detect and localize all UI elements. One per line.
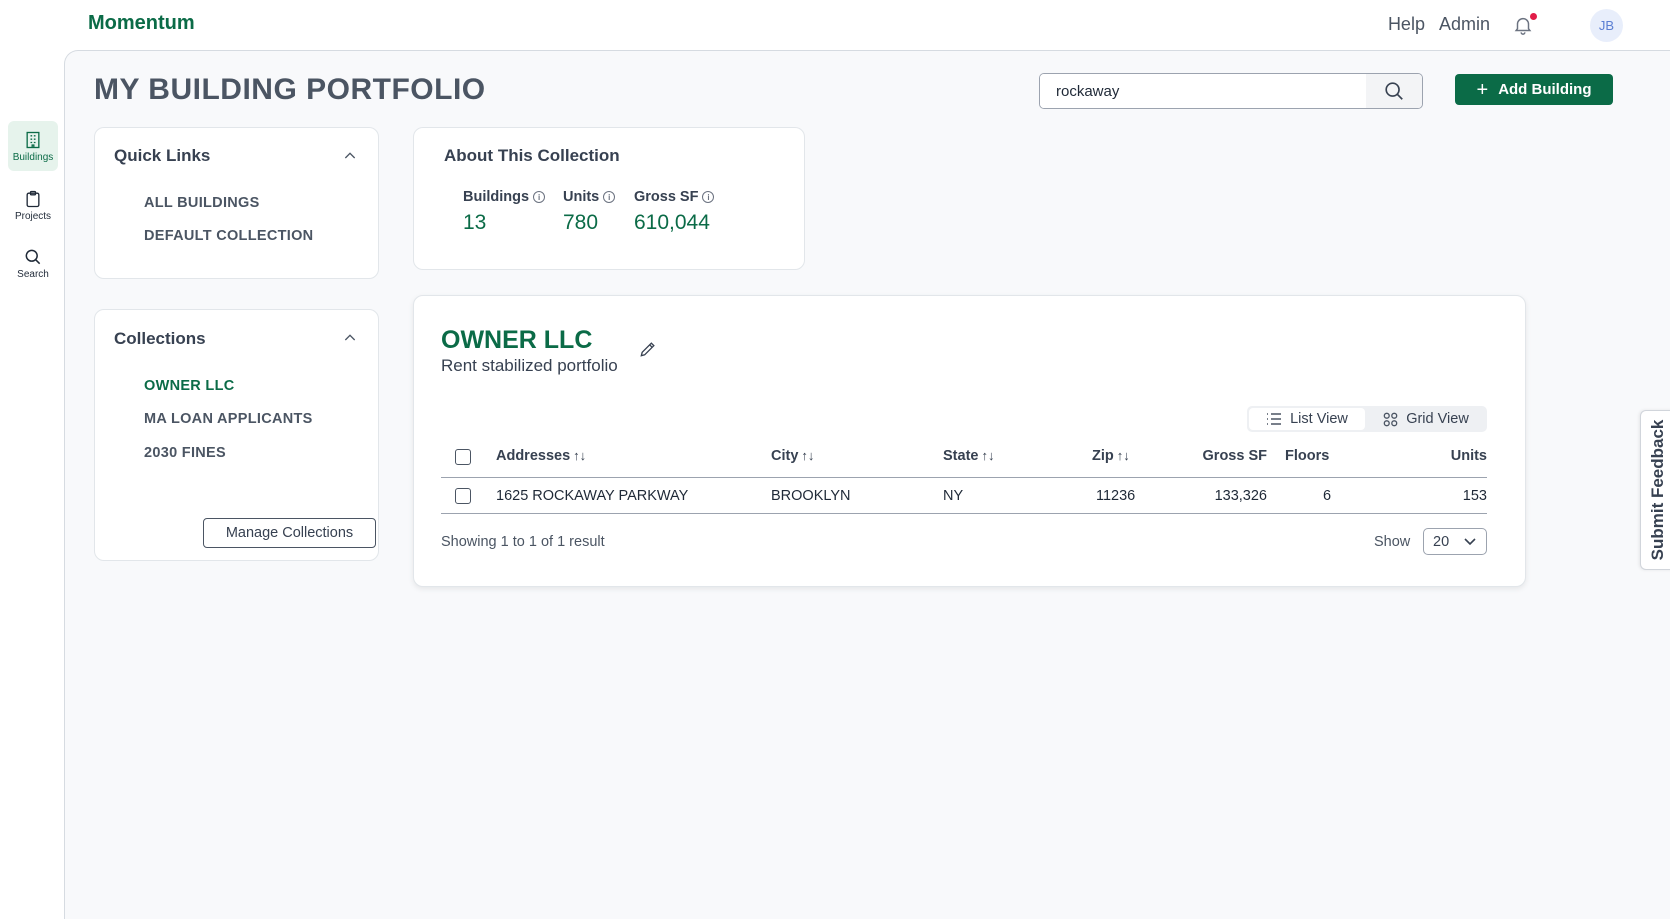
rail-item-buildings[interactable]: Buildings bbox=[8, 121, 58, 171]
stat-units: Units i 780 bbox=[563, 189, 616, 235]
info-icon[interactable]: i bbox=[603, 191, 616, 203]
stat-label: Buildings bbox=[463, 189, 530, 205]
search-icon bbox=[25, 249, 41, 264]
search-button[interactable] bbox=[1366, 74, 1422, 108]
column-addresses[interactable]: Addresses ↑↓ bbox=[496, 448, 586, 464]
stat-value: 13 bbox=[463, 211, 487, 234]
about-collection-title: About This Collection bbox=[444, 146, 620, 165]
column-zip[interactable]: Zip ↑↓ bbox=[1092, 448, 1130, 464]
stat-value: 780 bbox=[563, 211, 599, 234]
stat-buildings: Buildings i 13 bbox=[463, 189, 546, 235]
stat-value: 610,044 bbox=[634, 211, 710, 234]
submit-feedback-tab[interactable]: Submit Feedback bbox=[1640, 410, 1670, 570]
cell-floors: 6 bbox=[1323, 488, 1332, 504]
page-size-select[interactable]: 20 bbox=[1423, 528, 1487, 555]
sort-icon: ↑↓ bbox=[801, 448, 815, 463]
rail-item-label: Buildings bbox=[12, 151, 54, 163]
notification-badge bbox=[1530, 13, 1537, 20]
grid-icon bbox=[1383, 412, 1398, 426]
column-gross-sf: Gross SF bbox=[1202, 448, 1267, 464]
rail-item-search[interactable]: Search bbox=[8, 238, 58, 288]
about-collection-card: About This Collection Buildings i 13 Unit… bbox=[413, 127, 805, 270]
list-icon bbox=[1267, 413, 1282, 425]
main-content: MY BUILDING PORTFOLIO + Add Building Qui… bbox=[64, 50, 1670, 919]
help-link[interactable]: Help bbox=[1388, 14, 1425, 35]
collection-name: OWNER LLC bbox=[441, 326, 593, 354]
row-checkbox[interactable] bbox=[455, 488, 471, 504]
search-input[interactable] bbox=[1040, 74, 1368, 108]
manage-collections-button[interactable]: Manage Collections bbox=[203, 518, 376, 548]
quick-link-all-buildings[interactable]: ALL BUILDINGS bbox=[144, 195, 260, 211]
collections-card: Collections OWNER LLC MA LOAN APPLICANTS… bbox=[94, 309, 379, 561]
collection-description: Rent stabilized portfolio bbox=[441, 356, 618, 375]
info-icon[interactable]: i bbox=[533, 191, 546, 203]
add-building-label: Add Building bbox=[1498, 81, 1592, 98]
cell-units: 153 bbox=[1462, 488, 1487, 504]
page-title: MY BUILDING PORTFOLIO bbox=[94, 73, 486, 106]
sort-icon: ↑↓ bbox=[573, 448, 587, 463]
submit-feedback-label: Submit Feedback bbox=[1647, 419, 1667, 561]
plus-icon: + bbox=[1476, 78, 1489, 101]
stat-gross-sf: Gross SF i 610,044 bbox=[634, 189, 715, 235]
grid-view-label: Grid View bbox=[1406, 411, 1469, 427]
page-size-label: Show bbox=[1374, 534, 1411, 550]
clipboard-icon bbox=[26, 190, 40, 207]
stat-label: Units bbox=[563, 189, 600, 205]
cell-state: NY bbox=[943, 488, 964, 504]
collections-title: Collections bbox=[114, 329, 206, 348]
view-toggle: List View Grid View bbox=[1247, 406, 1487, 432]
column-state[interactable]: State ↑↓ bbox=[943, 448, 994, 464]
collection-item-ma-loan-applicants[interactable]: MA LOAN APPLICANTS bbox=[144, 411, 313, 427]
column-units: Units bbox=[1450, 448, 1487, 464]
brand-logo[interactable]: Momentum bbox=[88, 12, 195, 35]
avatar[interactable]: JB bbox=[1590, 9, 1623, 42]
table-row[interactable]: 1625 ROCKAWAY PARKWAY BROOKLYN NY 11236 … bbox=[441, 479, 1487, 514]
info-icon[interactable]: i bbox=[702, 191, 715, 203]
rail-item-label: Search bbox=[17, 268, 49, 280]
table-header: Addresses ↑↓ City ↑↓ State ↑↓ Zip ↑↓ Gross S… bbox=[441, 436, 1487, 478]
list-view-button[interactable]: List View bbox=[1249, 408, 1365, 430]
sort-icon: ↑↓ bbox=[1116, 448, 1130, 463]
building-icon bbox=[26, 131, 40, 148]
page-size-value: 20 bbox=[1433, 533, 1450, 550]
quick-link-default-collection[interactable]: DEFAULT COLLECTION bbox=[144, 228, 313, 244]
collection-item-owner-llc[interactable]: OWNER LLC bbox=[144, 378, 235, 394]
grid-view-button[interactable]: Grid View bbox=[1367, 408, 1485, 430]
search-box bbox=[1039, 73, 1423, 109]
sort-icon: ↑↓ bbox=[981, 448, 995, 463]
column-city[interactable]: City ↑↓ bbox=[771, 448, 814, 464]
quick-links-title: Quick Links bbox=[114, 146, 211, 165]
chevron-up-icon[interactable] bbox=[342, 148, 358, 164]
column-floors: Floors bbox=[1285, 448, 1330, 464]
top-nav: Help Admin bbox=[1388, 14, 1490, 35]
rail-item-label: Projects bbox=[14, 210, 52, 222]
admin-link[interactable]: Admin bbox=[1439, 14, 1490, 35]
cell-city: BROOKLYN bbox=[771, 488, 851, 504]
pencil-icon[interactable] bbox=[638, 339, 658, 359]
collection-item-2030-fines[interactable]: 2030 FINES bbox=[144, 445, 226, 461]
list-view-label: List View bbox=[1290, 411, 1348, 427]
pagination-summary: Showing 1 to 1 of 1 result bbox=[441, 534, 605, 550]
left-rail: Buildings Projects Search bbox=[0, 50, 64, 919]
cell-address[interactable]: 1625 ROCKAWAY PARKWAY bbox=[496, 488, 688, 504]
chevron-down-icon bbox=[1464, 538, 1476, 546]
cell-zip: 11236 bbox=[1096, 488, 1136, 504]
chevron-up-icon[interactable] bbox=[342, 330, 358, 346]
add-building-button[interactable]: + Add Building bbox=[1455, 74, 1613, 105]
select-all-checkbox[interactable] bbox=[455, 449, 471, 465]
quick-links-card: Quick Links ALL BUILDINGS DEFAULT COLLEC… bbox=[94, 127, 379, 279]
cell-gross-sf: 133,326 bbox=[1214, 488, 1267, 504]
stat-label: Gross SF bbox=[634, 189, 699, 205]
search-icon bbox=[1385, 82, 1403, 100]
top-bar: Momentum Help Admin JB bbox=[0, 0, 1670, 50]
collection-detail-card: OWNER LLC Rent stabilized portfolio List… bbox=[413, 295, 1526, 587]
rail-item-projects[interactable]: Projects bbox=[8, 180, 58, 230]
